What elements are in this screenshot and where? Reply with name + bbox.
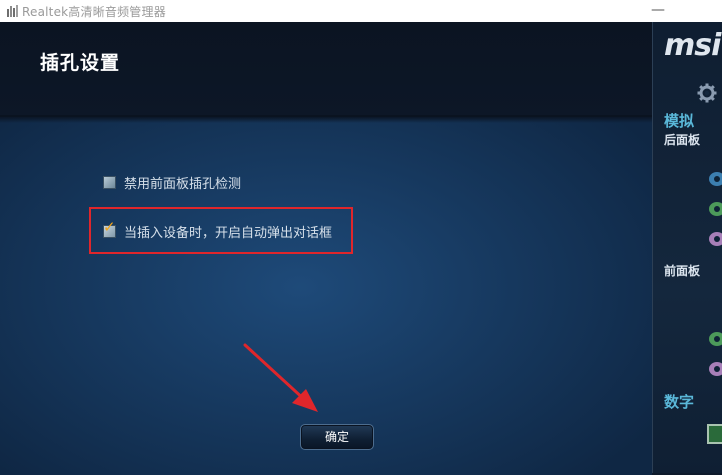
front-panel-label: 前面板 [664,264,701,278]
digital-label: 数字 [664,393,695,411]
red-arrow-icon [243,343,318,412]
pink-jack-icon[interactable] [708,361,722,377]
gear-icon[interactable] [697,83,717,103]
analog-label: 模拟 [664,112,695,130]
blue-jack-icon[interactable] [708,171,722,187]
digital-output-icon[interactable] [707,424,722,444]
msi-logo: msi [664,28,721,63]
ok-button[interactable]: 确定 [300,424,374,450]
green-jack-icon[interactable] [708,331,722,347]
green-jack-icon[interactable] [708,201,722,217]
pink-jack-icon[interactable] [708,231,722,247]
rear-panel-label: 后面板 [664,133,701,147]
